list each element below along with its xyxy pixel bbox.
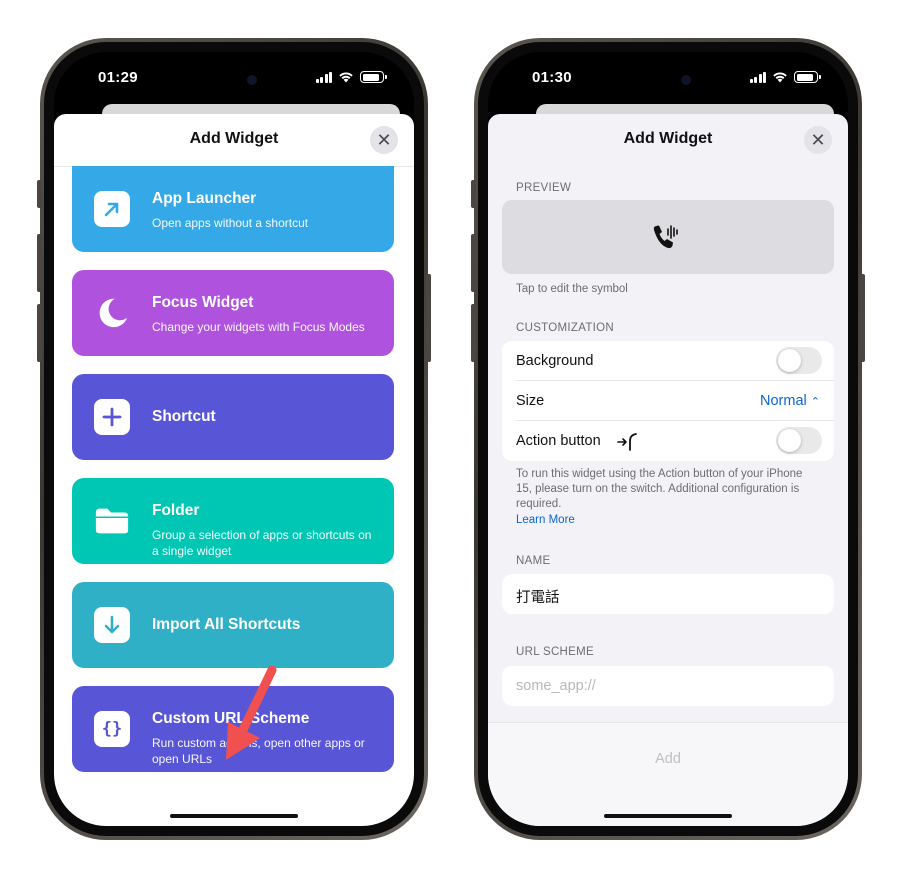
name-section-header: NAME [516, 555, 551, 567]
background-toggle[interactable] [776, 347, 822, 374]
bottom-bar: Add [488, 722, 848, 826]
add-widget-sheet: Add Widget ✕ PREVIEW Tap to edit the sym… [488, 114, 848, 826]
background-label: Background [516, 353, 594, 369]
camera-icon [247, 75, 257, 85]
bezel: 01:30 Add Widget ✕ PREVIEW Tap to edit t… [478, 42, 858, 836]
add-widget-sheet: Add Widget ✕ App Launcher Open apps with… [54, 114, 414, 826]
power-side-button [860, 274, 865, 362]
url-scheme-placeholder: some_app:// [516, 678, 596, 694]
dynamic-island [175, 63, 293, 97]
right-screen: 01:30 Add Widget ✕ PREVIEW Tap to edit t… [488, 52, 848, 826]
battery-icon [794, 71, 821, 83]
url-scheme-field[interactable]: some_app:// [502, 666, 834, 706]
card-app-launcher[interactable]: App Launcher Open apps without a shortcu… [72, 166, 394, 252]
card-title: Shortcut [152, 408, 216, 425]
plus-icon [94, 399, 130, 435]
sheet-title: Add Widget [189, 130, 279, 147]
preview-section-header: PREVIEW [516, 182, 572, 194]
card-title: Focus Widget [152, 294, 254, 311]
action-button-label: Action button [516, 433, 601, 449]
action-button-footer: To run this widget using the Action butt… [516, 468, 803, 510]
action-button-icon [617, 433, 637, 451]
battery-icon [360, 71, 387, 83]
wifi-icon [339, 72, 353, 83]
right-phone: 01:30 Add Widget ✕ PREVIEW Tap to edit t… [471, 38, 865, 840]
customization-group: Background Size Normal ⌃ Action button [502, 341, 834, 461]
customization-section-header: CUSTOMIZATION [516, 322, 615, 334]
annotation-arrow-icon [226, 666, 277, 760]
folder-icon [94, 503, 130, 539]
status-time: 01:29 [98, 69, 138, 86]
arrow-up-right-icon [94, 191, 130, 227]
card-import-all-shortcuts[interactable]: Import All Shortcuts [72, 582, 394, 668]
toggle-knob [778, 429, 801, 452]
arrow-down-icon [94, 607, 130, 643]
card-title: Folder [152, 502, 200, 519]
cellular-signal-icon [749, 71, 766, 83]
phone-waveform-icon [653, 225, 678, 249]
volume-up-side-button [37, 234, 42, 292]
moon-icon [94, 295, 130, 331]
card-subtitle: Open apps without a shortcut [152, 216, 309, 230]
card-folder[interactable]: Folder Group a selection of apps or shor… [72, 478, 394, 564]
action-side-button [471, 180, 476, 208]
learn-more-link[interactable]: Learn More [516, 514, 575, 526]
action-button-row: Action button [516, 421, 834, 461]
name-field[interactable]: 打電話 [502, 574, 834, 614]
left-phone: 01:29 Add Widget ✕ App Launcher Open app… [37, 38, 431, 840]
card-focus-widget[interactable]: Focus Widget Change your widgets with Fo… [72, 270, 394, 356]
size-value-text: Normal [760, 393, 807, 409]
card-subtitle: Group a selection of apps or shortcuts o… [152, 528, 372, 558]
volume-down-side-button [471, 304, 476, 362]
background-row: Background [516, 341, 834, 381]
cellular-signal-icon [315, 71, 332, 83]
close-button[interactable]: ✕ [804, 126, 832, 154]
toggle-knob [778, 349, 801, 372]
card-shortcut[interactable]: Shortcut [72, 374, 394, 460]
home-indicator[interactable] [170, 814, 298, 818]
url-scheme-section-header: URL SCHEME [516, 646, 594, 658]
add-button[interactable]: Add [488, 751, 848, 767]
braces-icon: {} [94, 711, 130, 747]
chevron-up-down-icon: ⌃ [810, 396, 820, 408]
status-time: 01:30 [532, 69, 572, 86]
status-bar: 01:30 [488, 52, 848, 102]
close-button[interactable]: ✕ [370, 126, 398, 154]
bezel: 01:29 Add Widget ✕ App Launcher Open app… [44, 42, 424, 836]
preview-tile[interactable] [502, 200, 834, 274]
camera-icon [681, 75, 691, 85]
left-screen: 01:29 Add Widget ✕ App Launcher Open app… [54, 52, 414, 826]
wifi-icon [773, 72, 787, 83]
size-row[interactable]: Size Normal ⌃ [516, 381, 834, 421]
sheet-title: Add Widget [623, 130, 713, 147]
card-title: App Launcher [152, 190, 257, 207]
action-side-button [37, 180, 42, 208]
home-indicator[interactable] [604, 814, 732, 818]
action-button-toggle[interactable] [776, 427, 822, 454]
system-icons [315, 71, 387, 83]
volume-down-side-button [37, 304, 42, 362]
size-label: Size [516, 393, 545, 409]
dynamic-island [609, 63, 727, 97]
status-bar: 01:29 [54, 52, 414, 102]
power-side-button [426, 274, 431, 362]
system-icons [749, 71, 821, 83]
screenshot-stage: 01:29 Add Widget ✕ App Launcher Open app… [0, 0, 900, 879]
xmark-icon: ✕ [376, 130, 392, 150]
name-value: 打電話 [516, 590, 560, 606]
preview-hint: Tap to edit the symbol [516, 283, 628, 295]
size-value[interactable]: Normal ⌃ [760, 393, 820, 409]
volume-up-side-button [471, 234, 476, 292]
card-subtitle: Change your widgets with Focus Modes [152, 320, 365, 334]
xmark-icon: ✕ [810, 130, 826, 150]
card-title: Import All Shortcuts [152, 616, 301, 633]
